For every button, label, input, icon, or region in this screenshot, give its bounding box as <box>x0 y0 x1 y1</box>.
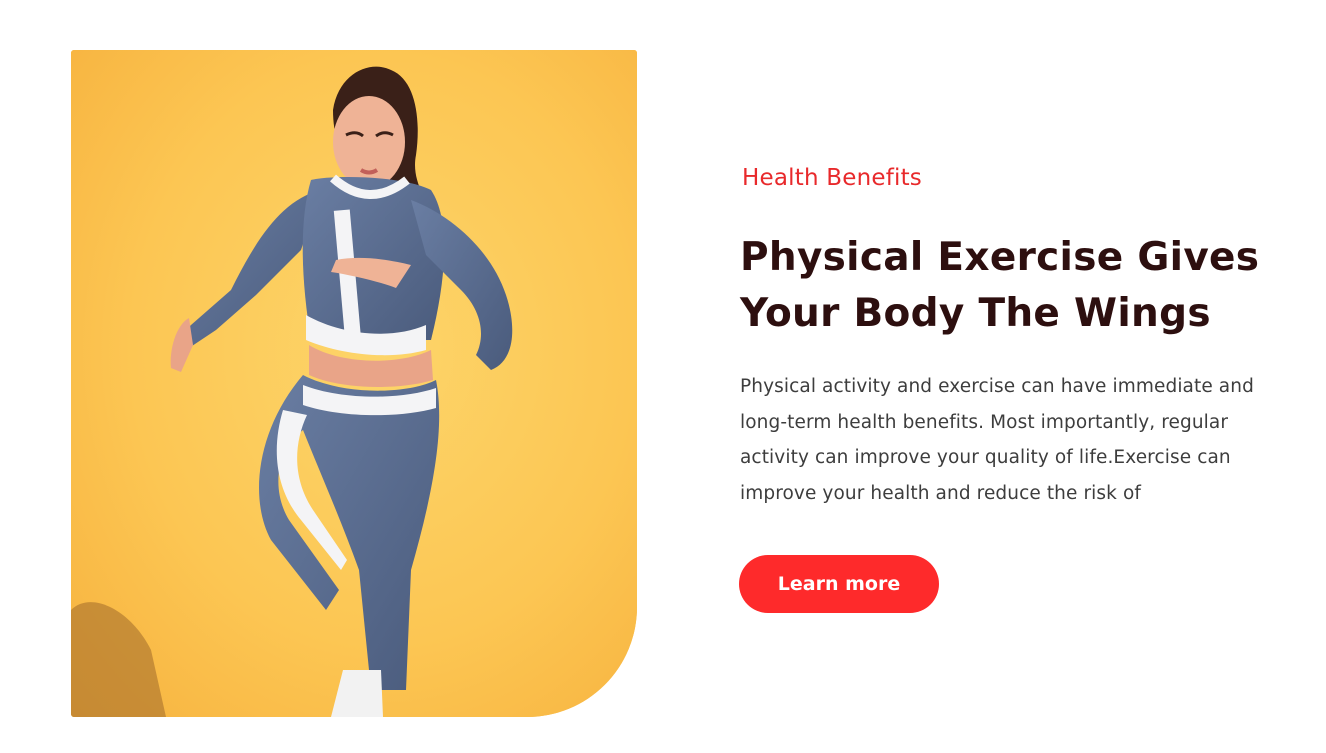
learn-more-button[interactable]: Learn more <box>739 555 939 613</box>
hero-image <box>71 50 637 717</box>
section-headline: Physical Exercise Gives Your Body The Wi… <box>740 235 1260 336</box>
section-body-text: Physical activity and exercise can have … <box>740 376 1254 504</box>
section-eyebrow: Health Benefits <box>742 165 922 191</box>
athlete-illustration <box>71 50 637 717</box>
